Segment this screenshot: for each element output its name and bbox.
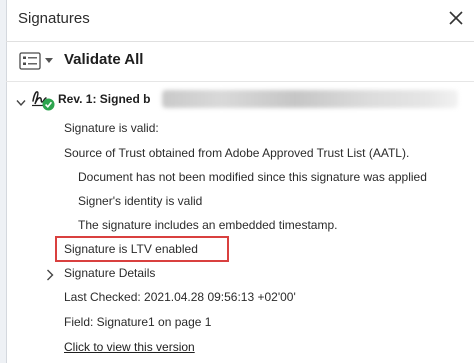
not-modified-message: Document has not been modified since thi… xyxy=(78,170,427,184)
chevron-right-icon[interactable] xyxy=(46,268,54,281)
panel-title: Signatures xyxy=(18,10,90,27)
signature-field: Field: Signature1 on page 1 xyxy=(64,315,212,329)
last-checked: Last Checked: 2021.04.28 09:56:13 +02'00… xyxy=(64,290,296,304)
signature-status: Signature is valid: xyxy=(64,121,159,135)
ltv-highlight-box xyxy=(55,236,229,262)
signature-details-toggle[interactable]: Signature Details xyxy=(64,266,155,280)
revision-row[interactable]: Rev. 1: Signed b xyxy=(6,84,474,114)
options-list-icon[interactable] xyxy=(19,52,43,70)
trust-source: Source of Trust obtained from Adobe Appr… xyxy=(64,146,410,160)
signature-valid-icon xyxy=(30,86,56,112)
redacted-signer-name xyxy=(162,90,458,108)
timestamp-message: The signature includes an embedded times… xyxy=(78,218,338,232)
validate-all-button[interactable]: Validate All xyxy=(64,51,143,68)
expand-chevron-icon[interactable] xyxy=(16,94,26,107)
signatures-panel: Signatures Validate All Rev. 1: Signed b… xyxy=(0,0,474,363)
panel-header: Signatures xyxy=(6,0,474,42)
close-icon[interactable] xyxy=(446,8,466,28)
chevron-down-icon[interactable] xyxy=(45,58,53,63)
revision-label[interactable]: Rev. 1: Signed b xyxy=(58,92,150,106)
view-version-link[interactable]: Click to view this version xyxy=(64,340,195,354)
signatures-toolbar: Validate All xyxy=(6,41,474,82)
identity-valid-message: Signer's identity is valid xyxy=(78,194,203,208)
